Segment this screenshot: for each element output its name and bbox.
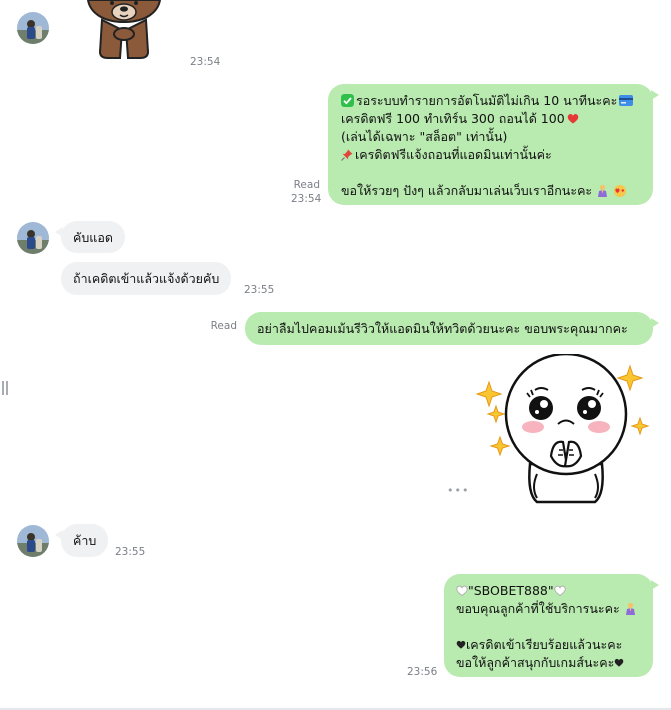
white-heart-icon	[553, 585, 566, 596]
message-text: "SBOBET888"	[468, 583, 554, 598]
message-text: เครดิตฟรีแจ้งถอนที่แอดมินเท่านั้นค่ะ	[355, 147, 552, 162]
message-time: 23:56	[407, 666, 438, 678]
panel-resize-handle[interactable]	[2, 381, 8, 395]
message-text: เครดิตฟรี 100 ทำเทิร์น 300 ถอนได้ 100	[341, 111, 565, 126]
message-text: ขอบคุณลูกค้าที่ใช้บริการนะคะ	[456, 601, 620, 616]
hearts-icon	[614, 185, 627, 197]
outgoing-message-bubble[interactable]: รอระบบทำรายการอัตโนมัติไม่เกิน 10 นาทีนะ…	[328, 84, 659, 205]
incoming-message-bubble[interactable]: ค้าบ	[54, 524, 109, 557]
sender-avatar[interactable]	[17, 12, 49, 44]
brown-bear-sticker[interactable]	[80, 0, 170, 62]
message-text: เครดิตเข้าเรียบร้อยแล้วนะคะ	[466, 637, 623, 652]
read-receipt: Read	[293, 179, 320, 191]
message-text: คับแอด	[73, 230, 113, 245]
message-time: 23:55	[115, 546, 146, 558]
praying-woman-icon	[625, 602, 635, 615]
message-time: 23:55	[244, 284, 275, 296]
black-heart-icon	[614, 658, 624, 667]
message-text: ค้าบ	[73, 533, 97, 548]
message-line: "SBOBET888"	[456, 582, 643, 600]
message-line: เครดิตเข้าเรียบร้อยแล้วนะคะ	[456, 636, 643, 654]
outgoing-message-bubble[interactable]: "SBOBET888" ขอบคุณลูกค้าที่ใช้บริการนะคะ…	[444, 574, 659, 677]
read-receipt: Read	[210, 320, 237, 332]
message-line: ขอให้รวยๆ ปังๆ แล้วกลับมาเล่นเว็บเราอีกน…	[341, 182, 643, 200]
message-text: ขอให้ลูกค้าสนุกกับเกมส์นะคะ	[456, 655, 615, 670]
message-text: ขอให้รวยๆ ปังๆ แล้วกลับมาเล่นเว็บเราอีกน…	[341, 183, 593, 198]
message-line: รอระบบทำรายการอัตโนมัติไม่เกิน 10 นาทีนะ…	[341, 92, 643, 110]
praying-woman-icon	[598, 184, 608, 197]
chat-window: 23:54 Read 23:54 รอระบบทำรายการอัตโนมัติ…	[0, 0, 671, 710]
message-text: (เล่นได้เฉพาะ "สล็อต" เท่านั้น)	[341, 129, 508, 144]
red-heart-icon	[567, 114, 578, 124]
pushpin-icon	[341, 149, 353, 161]
white-heart-icon	[456, 585, 468, 596]
avatar-photo-icon	[17, 222, 49, 254]
message-line: เครดิตฟรี 100 ทำเทิร์น 300 ถอนได้ 100	[341, 110, 643, 128]
incoming-message-bubble[interactable]: คับแอด	[55, 221, 125, 253]
incoming-message-bubble[interactable]: ถ้าเคดิตเข้าแล้วแจ้งด้วยคับ	[61, 262, 232, 295]
message-line: ขอบคุณลูกค้าที่ใช้บริการนะคะ	[456, 600, 643, 618]
avatar-photo-icon	[17, 12, 49, 44]
credit-card-icon	[619, 95, 634, 106]
message-line: ขอให้ลูกค้าสนุกกับเกมส์นะคะ	[456, 654, 643, 672]
message-time: 23:54	[190, 56, 221, 68]
outgoing-message-bubble[interactable]: อย่าลืมไปคอมเม้นรีวิวให้แอดมินให้ทวิตด้ว…	[245, 312, 659, 345]
message-text: รอระบบทำรายการอัตโนมัติไม่เกิน 10 นาทีนะ…	[356, 93, 618, 108]
moon-character-sticker[interactable]	[475, 352, 650, 506]
message-text: อย่าลืมไปคอมเม้นรีวิวให้แอดมินให้ทวิตด้ว…	[257, 321, 628, 336]
more-options-icon[interactable]: •••	[447, 485, 468, 496]
moon-character-icon	[475, 352, 650, 504]
avatar-photo-icon	[17, 525, 49, 557]
message-time: 23:54	[291, 193, 322, 205]
brown-bear-icon	[86, 0, 162, 59]
check-box-icon	[341, 94, 354, 107]
sender-avatar[interactable]	[17, 525, 49, 557]
message-text: ถ้าเคดิตเข้าแล้วแจ้งด้วยคับ	[73, 271, 220, 286]
sender-avatar[interactable]	[17, 222, 49, 254]
black-heart-icon	[456, 640, 466, 649]
message-line: เครดิตฟรีแจ้งถอนที่แอดมินเท่านั้นค่ะ	[341, 146, 643, 164]
